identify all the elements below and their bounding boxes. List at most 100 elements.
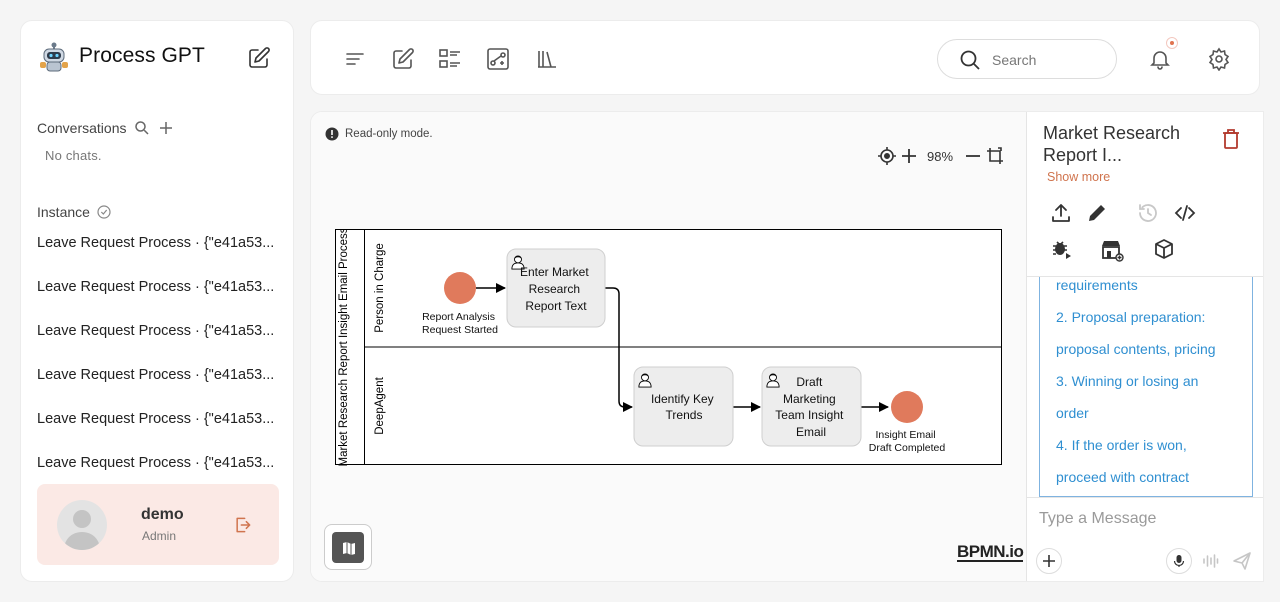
instance-item[interactable]: Leave Request Process · {"e41a53... [37,311,282,355]
task-label: Trends [666,408,703,422]
add-icon[interactable] [157,119,175,137]
task-draft-email[interactable]: Draft Marketing Team Insight Email [761,366,862,447]
search-icon[interactable] [133,119,151,137]
topbar [310,20,1260,95]
history-icon[interactable] [1137,202,1159,224]
gear-icon[interactable] [1207,47,1231,71]
no-chats-text: No chats. [45,148,102,163]
divider [1027,497,1263,498]
task-identify-trends[interactable]: Identify Key Trends [633,366,734,447]
logout-icon[interactable] [233,515,253,535]
send-icon[interactable] [1232,551,1252,571]
store-add-icon[interactable] [1100,238,1124,262]
task-label: Team Insight [775,408,844,422]
readonly-text: Read-only mode. [345,128,433,140]
code-icon[interactable] [1174,202,1196,224]
task-enter-report[interactable]: Enter Market Research Report Text [506,248,606,328]
bpmn-io-logo[interactable]: BPMN.io [957,543,1024,562]
instance-item[interactable]: Leave Request Process · {"e41a53... [37,223,282,267]
robot-logo-icon [40,42,68,72]
instance-item[interactable]: Leave Request Process · {"e41a53... [37,399,282,443]
list-icon[interactable] [438,47,462,71]
start-event-label: Report Analysis [422,311,495,323]
step-line: requirements [1056,277,1138,293]
instance-item[interactable]: Leave Request Process · {"e41a53... [37,355,282,399]
search-icon [960,50,980,70]
locate-icon[interactable] [877,146,897,166]
task-label: Identify Key [651,392,714,406]
lane-deepagent-label: DeepAgent [374,376,386,434]
bpmn-canvas[interactable]: Read-only mode. 98% Market Research Repo… [311,112,1026,581]
bpmn-diagram: Market Research Report Insight Email Pro… [335,229,1002,467]
new-chat-edit-icon[interactable] [247,46,271,70]
user-name: demo [141,506,184,523]
task-label: Marketing [783,392,836,406]
svg-text:Insight Email Draft: Insight Email Draft Completed [869,429,946,454]
process-steps-text: requirements 2. Proposal preparation: pr… [1039,277,1253,497]
edit-icon[interactable] [391,47,415,71]
package-icon[interactable] [1153,238,1175,260]
message-input[interactable] [1039,508,1249,530]
map-icon [343,542,355,555]
microphone-icon [1173,555,1185,567]
minimap-toggle-button[interactable] [324,524,372,570]
app-title: Process GPT [79,44,205,67]
panel-title: Market Research Report I... [1043,123,1181,165]
svg-text:Enter Market Researc: Enter Market Research Report Text [520,265,592,313]
step-line: proceed with contract [1056,469,1190,485]
instance-item[interactable]: Leave Request Process · {"e41a53... [37,267,282,311]
search-box[interactable] [937,39,1117,79]
microphone-button[interactable] [1166,548,1192,574]
instance-item[interactable]: Leave Request Process · {"e41a53... [37,443,282,487]
trash-icon[interactable] [1221,128,1241,150]
step-line: 4. If the order is won, [1056,437,1187,453]
process-detail-panel: Market Research Report I... Show more re… [1026,112,1263,581]
pencil-icon[interactable] [1086,202,1108,224]
start-event-label: Request Started [422,324,498,336]
fit-view-icon[interactable] [985,146,1005,166]
brand[interactable]: Process GPT [37,39,205,73]
audio-wave-icon[interactable] [1201,552,1219,570]
readonly-notice: Read-only mode. [325,127,433,141]
bell-icon [1150,51,1170,70]
user-card: demo Admin [37,484,279,565]
main-area: Read-only mode. 98% Market Research Repo… [310,111,1264,582]
conversations-header: Conversations [37,119,175,137]
step-line: order [1056,405,1089,421]
pool-label-text: Market Research Report Insight Email Pro… [338,229,350,467]
search-input[interactable] [992,50,1102,70]
zoom-in-icon[interactable] [899,146,919,166]
task-label: Email [796,425,826,439]
notifications-button[interactable] [1148,37,1178,71]
zoom-level: 98% [927,148,954,164]
info-icon [325,127,339,141]
task-label: Research [529,282,580,296]
attach-button[interactable] [1036,548,1062,574]
step-line: proposal contents, pricing [1056,341,1216,357]
library-icon[interactable] [535,47,559,71]
avatar[interactable] [57,500,107,550]
step-line: 3. Winning or losing an [1056,373,1199,389]
notification-dot [1166,37,1178,49]
task-label: Enter Market [520,265,589,279]
task-label: Report Text [525,299,587,313]
end-event-label: Insight Email [875,429,935,441]
plus-icon [1043,555,1055,567]
svg-text:Report Analysis Requ: Report Analysis Request Started [422,311,498,336]
check-circle-icon[interactable] [96,204,112,220]
instance-label: Instance [37,204,90,220]
pool-label: Market Research Report Insight Email Pro… [338,229,350,467]
end-event-label: Draft Completed [869,442,946,454]
bug-play-icon[interactable] [1050,238,1072,260]
process-map-icon[interactable] [486,47,510,71]
show-more-link[interactable]: Show more [1047,170,1110,184]
conversations-label: Conversations [37,120,127,136]
upload-icon[interactable] [1050,202,1072,224]
menu-icon[interactable] [343,47,367,71]
step-line: 2. Proposal preparation: [1056,309,1206,325]
instance-header: Instance [37,204,112,220]
task-label: Draft [796,375,823,389]
lane-person-in-charge-label: Person in Charge [374,243,386,333]
sidebar: Process GPT Conversations No chats. Inst… [20,20,294,582]
zoom-out-icon[interactable] [963,146,983,166]
